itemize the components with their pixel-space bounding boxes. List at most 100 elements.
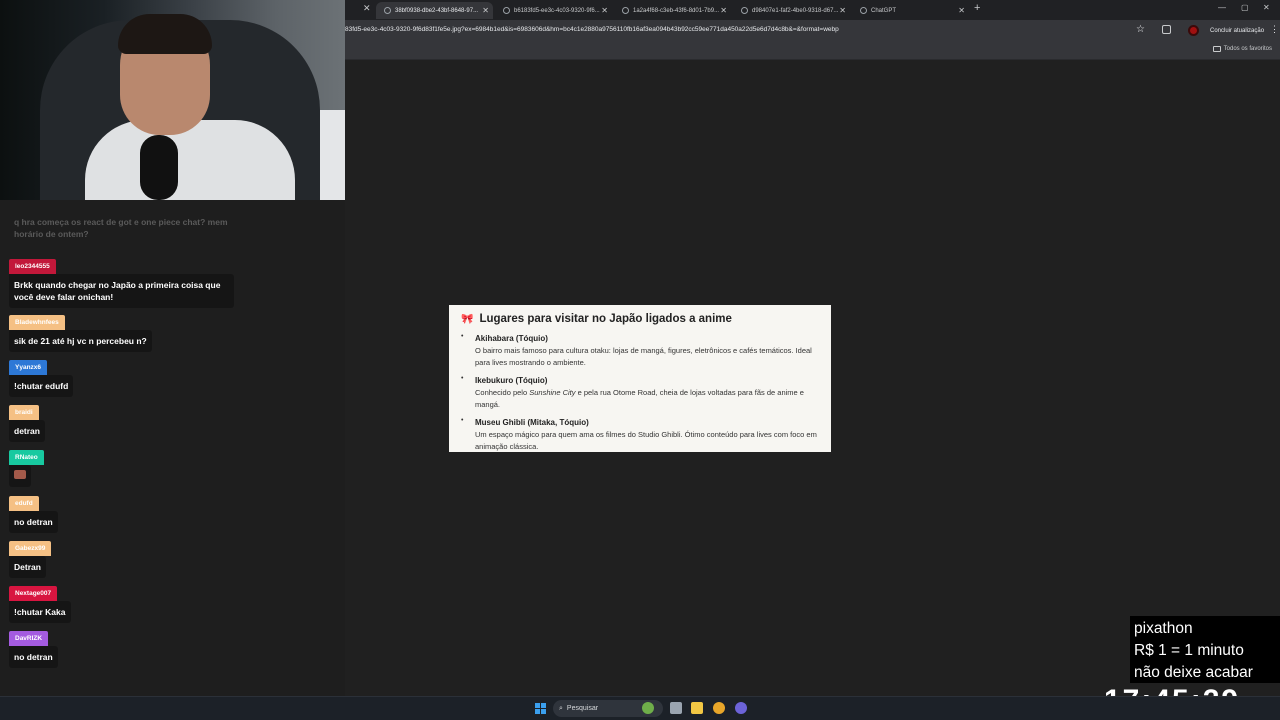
item-title: Museu Ghibli (Mitaka, Tóquio) [475, 418, 589, 427]
tab-title: ChatGPT [871, 7, 897, 14]
globe-icon [503, 7, 510, 14]
taskbar: ⌕ Pesquisar [0, 696, 1280, 720]
pixathon-note: não deixe acabar [1134, 664, 1253, 681]
chat-username: RNateo [9, 450, 44, 465]
chat-username: Gabezx99 [9, 541, 52, 556]
tab-title: 1a2a4f68-c3eb-43f6-8d01-7b9... [633, 7, 720, 14]
close-icon[interactable]: ✕ [601, 6, 608, 15]
emote-icon [14, 470, 26, 479]
widget-icon[interactable] [642, 702, 654, 714]
close-icon[interactable]: ✕ [958, 6, 965, 15]
chat-text: no detran [9, 646, 58, 668]
chat-text: !chutar edufd [9, 375, 74, 397]
discord-icon[interactable] [735, 702, 747, 714]
chat-overlay: q hra começa os react de got e one piece… [0, 200, 345, 695]
new-tab-button[interactable]: + [974, 2, 980, 14]
close-icon[interactable]: ✕ [363, 3, 371, 14]
tab-title: 38bf0938-dbe2-43bf-8648-97... [395, 7, 479, 14]
minimize-icon[interactable]: — [1218, 3, 1226, 12]
chat-message: DavRIZK no detran [9, 627, 58, 668]
chat-username: edufd [9, 496, 39, 511]
task-view-icon[interactable] [670, 702, 682, 714]
chat-emote-bubble [9, 465, 31, 487]
microphone [140, 135, 178, 200]
chat-username: Yyanzx6 [9, 360, 48, 375]
item-text: Um espaço mágico para quem ama os filmes… [475, 430, 817, 451]
update-button[interactable]: Concluir atualização [1206, 25, 1268, 37]
bookmarks-bar: Todos os favoritos [345, 42, 1280, 60]
chat-message: Bladewhnfees sik de 21 até hj vc n perce… [9, 311, 152, 352]
browser-tab[interactable]: 38bf0938-dbe2-43bf-8648-97... ✕ [376, 2, 493, 19]
streamer-hair [118, 14, 212, 54]
chat-username: Nextage007 [9, 586, 58, 601]
list-item: Ikebukuro (Tóquio) Conhecido pelo Sunshi… [461, 375, 819, 411]
search-icon: ⌕ [559, 704, 563, 712]
all-bookmarks-button[interactable]: Todos os favoritos [1212, 46, 1272, 52]
browser-tab[interactable]: ChatGPT ✕ [852, 2, 969, 19]
pixathon-rate: R$ 1 = 1 minuto [1134, 642, 1244, 659]
tab-title: d98407e1-faf2-4be0-9318-d67... [752, 7, 839, 14]
chat-text: no detran [9, 511, 58, 533]
chrome-icon[interactable] [713, 702, 725, 714]
ribbon-icon: 🎀 [461, 313, 474, 325]
card-heading: 🎀 Lugares para visitar no Japão ligados … [461, 313, 819, 325]
file-explorer-icon[interactable] [691, 702, 703, 714]
list-item: Akihabara (Tóquio) O bairro mais famoso … [461, 333, 819, 369]
folder-icon [1212, 46, 1221, 52]
chat-text: Brkk quando chegar no Japão a primeira c… [9, 274, 234, 308]
chat-message: edufd no detran [9, 492, 58, 533]
globe-icon [384, 7, 391, 14]
browser-tab[interactable]: b6183fd5-ee3c-4c03-9320-9f6... ✕ [495, 2, 612, 19]
chat-text: !chutar Kaka [9, 601, 71, 623]
chat-username: Bladewhnfees [9, 315, 65, 330]
browser-tab[interactable]: 1a2a4f68-c3eb-43f6-8d01-7b9... ✕ [614, 2, 731, 19]
chat-message: Gabezx99 Detran [9, 537, 52, 578]
pixathon-title: pixathon [1134, 620, 1193, 637]
item-title: Akihabara (Tóquio) [475, 334, 548, 343]
all-bookmarks-label: Todos os favoritos [1223, 46, 1272, 52]
chat-text: sik de 21 até hj vc n percebeu n? [9, 330, 152, 352]
star-icon[interactable]: ☆ [1136, 24, 1145, 35]
displayed-image: 🎀 Lugares para visitar no Japão ligados … [449, 305, 831, 452]
browser-tab-bar: ✕ 38bf0938-dbe2-43bf-8648-97... ✕ b6183f… [345, 0, 1280, 20]
item-text-start: Conhecido pelo [475, 388, 530, 397]
close-icon[interactable]: ✕ [482, 6, 489, 15]
profile-avatar[interactable] [1188, 25, 1199, 36]
globe-icon [741, 7, 748, 14]
chatgpt-icon [860, 7, 867, 14]
item-title: Ikebukuro (Tóquio) [475, 376, 548, 385]
chat-text: detran [9, 420, 45, 442]
webcam-feed [0, 0, 345, 200]
maximize-icon[interactable]: ▢ [1241, 3, 1249, 12]
chat-faded-message: q hra começa os react de got e one piece… [14, 217, 228, 239]
card-title: Lugares para visitar no Japão ligados a … [479, 313, 732, 325]
chat-username: DavRIZK [9, 631, 49, 646]
browser-tab[interactable]: d98407e1-faf2-4be0-9318-d67... ✕ [733, 2, 850, 19]
screen: q hra começa os react de got e one piece… [0, 0, 1280, 720]
chat-message: braidi detran [9, 401, 45, 442]
item-text: O bairro mais famoso para cultura otaku:… [475, 346, 812, 367]
globe-icon [622, 7, 629, 14]
chat-message: RNateo [9, 446, 44, 487]
search-placeholder: Pesquisar [566, 705, 599, 712]
item-text-italic: Sunshine City [529, 388, 576, 397]
chat-username: leo2344555 [9, 259, 56, 274]
pixathon-box: pixathon R$ 1 = 1 minuto não deixe acaba… [1130, 616, 1280, 683]
chat-text: Detran [9, 556, 46, 578]
windows-start-icon[interactable] [535, 703, 546, 714]
address-bar: 83fd5-ee3c-4c03-9320-9f6d83f1fe5e.jpg?ex… [345, 20, 1280, 42]
list-item: Museu Ghibli (Mitaka, Tóquio) Um espaço … [461, 417, 819, 452]
chat-message: Yyanzx6 !chutar edufd [9, 356, 74, 397]
streamer-shirt [85, 120, 295, 200]
menu-icon[interactable]: ⋮ [1270, 24, 1279, 35]
chat-message: Nextage007 !chutar Kaka [9, 582, 71, 623]
chat-message: leo2344555 Brkk quando chegar no Japão a… [9, 255, 234, 308]
close-icon[interactable]: ✕ [720, 6, 727, 15]
close-icon[interactable]: ✕ [839, 6, 846, 15]
extensions-icon[interactable] [1162, 25, 1171, 34]
chat-username: braidi [9, 405, 39, 420]
item-text: Conhecido pelo Sunshine City e pela rua … [475, 387, 819, 411]
window-close-icon[interactable]: ✕ [1263, 3, 1270, 12]
url-field[interactable]: 83fd5-ee3c-4c03-9320-9f6d83f1fe5e.jpg?ex… [345, 26, 839, 33]
tab-title: b6183fd5-ee3c-4c03-9320-9f6... [514, 7, 600, 14]
